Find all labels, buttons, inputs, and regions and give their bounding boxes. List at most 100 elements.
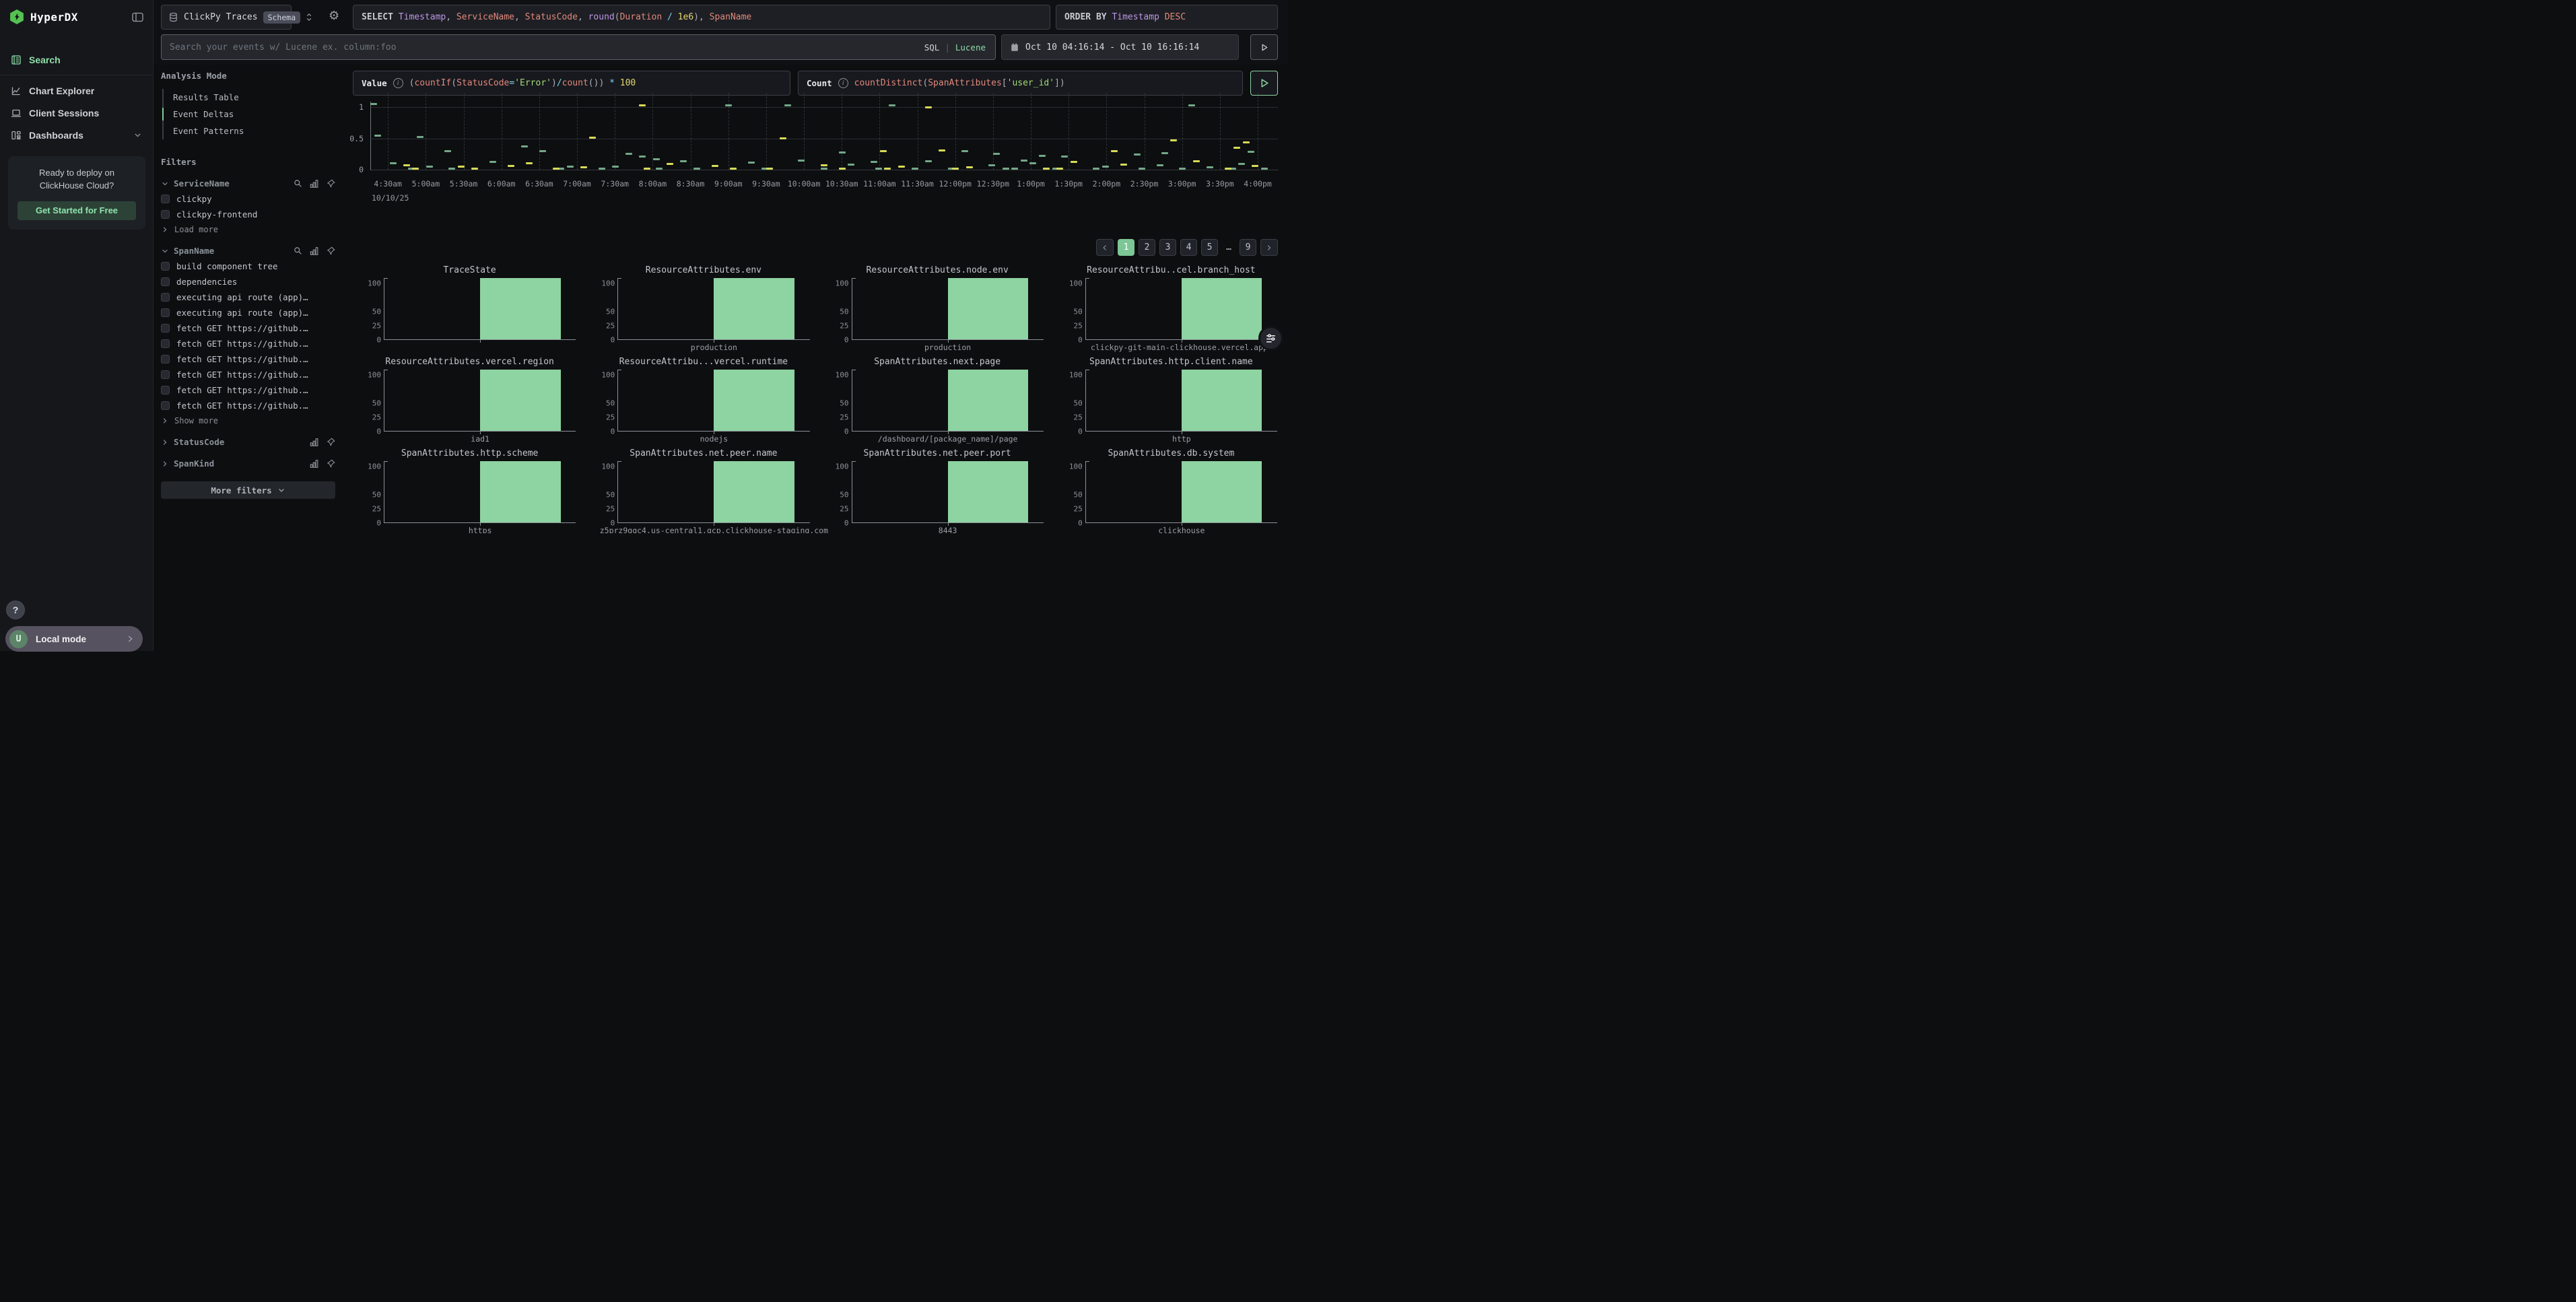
delta-mark[interactable] bbox=[1134, 153, 1141, 156]
sidebar-item-dashboards[interactable]: Dashboards bbox=[0, 124, 153, 146]
sidebar-item-chart-explorer[interactable]: Chart Explorer bbox=[0, 79, 153, 102]
search-icon[interactable] bbox=[294, 179, 302, 189]
delta-plot-area[interactable]: 10.50 bbox=[370, 93, 1278, 170]
delta-mark[interactable] bbox=[526, 162, 533, 164]
attribute-chart[interactable]: SpanAttributes.http.client.name10050250h… bbox=[1054, 355, 1288, 447]
delta-mark[interactable] bbox=[589, 137, 596, 139]
sidebar-item-client-sessions[interactable]: Client Sessions bbox=[0, 102, 153, 124]
pagination-page-2[interactable]: 2 bbox=[1139, 239, 1155, 256]
delta-mark[interactable] bbox=[1243, 141, 1250, 143]
delta-mark[interactable] bbox=[1043, 168, 1050, 170]
attribute-chart[interactable]: ResourceAttributes.vercel.region10050250… bbox=[353, 355, 586, 447]
delta-mark[interactable] bbox=[784, 104, 791, 106]
delta-mark[interactable] bbox=[1071, 161, 1077, 163]
pagination-page-1[interactable]: 1 bbox=[1118, 239, 1134, 256]
delta-mark[interactable] bbox=[680, 160, 687, 162]
filter-group-header-statuscode[interactable]: StatusCode bbox=[161, 437, 335, 447]
delta-mark[interactable] bbox=[539, 150, 546, 152]
chart-icon[interactable] bbox=[310, 179, 319, 189]
filter-checkbox[interactable] bbox=[161, 262, 170, 271]
show-more-link[interactable]: Show more bbox=[161, 416, 335, 425]
delta-mark[interactable] bbox=[1021, 160, 1027, 162]
delta-mark[interactable] bbox=[1157, 164, 1163, 166]
pagination-next-button[interactable] bbox=[1260, 239, 1278, 256]
delta-mark[interactable] bbox=[599, 168, 605, 170]
delta-mark[interactable] bbox=[966, 166, 973, 168]
search-icon[interactable] bbox=[294, 246, 302, 256]
filter-item[interactable]: fetch GET https://github.… bbox=[161, 385, 335, 395]
delta-mark[interactable] bbox=[458, 166, 465, 168]
chart-icon[interactable] bbox=[310, 246, 319, 256]
pagination-page-4[interactable]: 4 bbox=[1180, 239, 1197, 256]
attribute-bar[interactable] bbox=[1182, 278, 1262, 339]
delta-mark[interactable] bbox=[612, 166, 619, 168]
delta-mark[interactable] bbox=[766, 168, 773, 170]
load-more-link[interactable]: Load more bbox=[161, 225, 335, 234]
delta-mark[interactable] bbox=[988, 164, 995, 166]
delta-mark[interactable] bbox=[1188, 104, 1195, 106]
delta-mark[interactable] bbox=[848, 164, 854, 166]
filter-item[interactable]: dependencies bbox=[161, 277, 335, 287]
delta-mark[interactable] bbox=[1193, 160, 1200, 162]
delta-mark[interactable] bbox=[898, 166, 905, 168]
delta-mark[interactable] bbox=[1011, 168, 1018, 170]
filter-item[interactable]: executing api route (app)… bbox=[161, 308, 335, 318]
delta-mark[interactable] bbox=[1179, 168, 1186, 170]
delta-mark[interactable] bbox=[508, 165, 514, 167]
attribute-chart[interactable]: SpanAttributes.http.scheme10050250https bbox=[353, 447, 586, 533]
delta-mark[interactable] bbox=[875, 168, 882, 170]
sql-select-editor[interactable]: SELECT Timestamp, ServiceName, StatusCod… bbox=[353, 5, 1050, 30]
delta-mark[interactable] bbox=[730, 168, 737, 170]
attribute-bar[interactable] bbox=[948, 461, 1028, 522]
pagination-prev-button[interactable] bbox=[1096, 239, 1114, 256]
delta-mark[interactable] bbox=[693, 168, 700, 170]
delta-mark[interactable] bbox=[370, 103, 377, 105]
delta-mark[interactable] bbox=[521, 145, 528, 147]
filter-item[interactable]: fetch GET https://github.… bbox=[161, 339, 335, 349]
delta-mark[interactable] bbox=[925, 106, 932, 108]
filter-checkbox[interactable] bbox=[161, 324, 170, 333]
filter-item[interactable]: clickpy bbox=[161, 194, 335, 204]
delta-mark[interactable] bbox=[417, 136, 423, 138]
filter-checkbox[interactable] bbox=[161, 293, 170, 302]
delta-mark[interactable] bbox=[1056, 168, 1063, 170]
attribute-bar[interactable] bbox=[480, 278, 560, 339]
source-select[interactable]: ClickPy Traces Schema bbox=[161, 5, 292, 30]
delta-mark[interactable] bbox=[639, 156, 646, 158]
attribute-bar[interactable] bbox=[480, 370, 560, 431]
delta-mark[interactable] bbox=[1248, 151, 1254, 153]
delta-mark[interactable] bbox=[1252, 165, 1258, 167]
collapse-sidebar-icon[interactable] bbox=[132, 12, 143, 22]
delta-mark[interactable] bbox=[412, 168, 419, 170]
filter-item[interactable]: clickpy-frontend bbox=[161, 209, 335, 219]
delta-mark[interactable] bbox=[993, 153, 1000, 155]
sql-toggle[interactable]: SQL bbox=[924, 42, 940, 53]
filter-checkbox[interactable] bbox=[161, 401, 170, 410]
delta-mark[interactable] bbox=[925, 160, 932, 162]
delta-mark[interactable] bbox=[712, 165, 718, 167]
sidebar-item-search[interactable]: Search bbox=[0, 48, 153, 71]
delta-mark[interactable] bbox=[1061, 156, 1068, 158]
delta-mark[interactable] bbox=[1238, 163, 1245, 165]
delta-mark[interactable] bbox=[1161, 152, 1168, 154]
delta-mark[interactable] bbox=[1139, 168, 1145, 170]
delta-mark[interactable] bbox=[821, 164, 827, 166]
delta-mark[interactable] bbox=[1029, 162, 1036, 164]
language-toggle[interactable]: SQL | Lucene bbox=[924, 42, 995, 53]
attribute-bar[interactable] bbox=[480, 461, 560, 522]
attribute-chart[interactable]: SpanAttributes.db.system10050250clickhou… bbox=[1054, 447, 1288, 533]
delta-mark[interactable] bbox=[748, 162, 755, 164]
attribute-chart[interactable]: ResourceAttributes.env10050250production bbox=[586, 264, 820, 355]
attribute-chart[interactable]: ResourceAttribu..cel.branch_host10050250… bbox=[1054, 264, 1288, 355]
attribute-chart[interactable]: SpanAttributes.next.page10050250/dashboa… bbox=[821, 355, 1054, 447]
attribute-chart[interactable]: ResourceAttributes.node.env10050250produ… bbox=[821, 264, 1054, 355]
delta-mark[interactable] bbox=[1039, 155, 1046, 157]
delta-mark[interactable] bbox=[871, 161, 877, 163]
delta-mark[interactable] bbox=[667, 163, 673, 165]
delta-mark[interactable] bbox=[780, 137, 786, 139]
pin-icon[interactable] bbox=[327, 179, 335, 189]
pin-icon[interactable] bbox=[327, 246, 335, 256]
delta-mark[interactable] bbox=[390, 162, 397, 164]
delta-mark[interactable] bbox=[821, 168, 827, 170]
delta-mark[interactable] bbox=[889, 104, 895, 106]
